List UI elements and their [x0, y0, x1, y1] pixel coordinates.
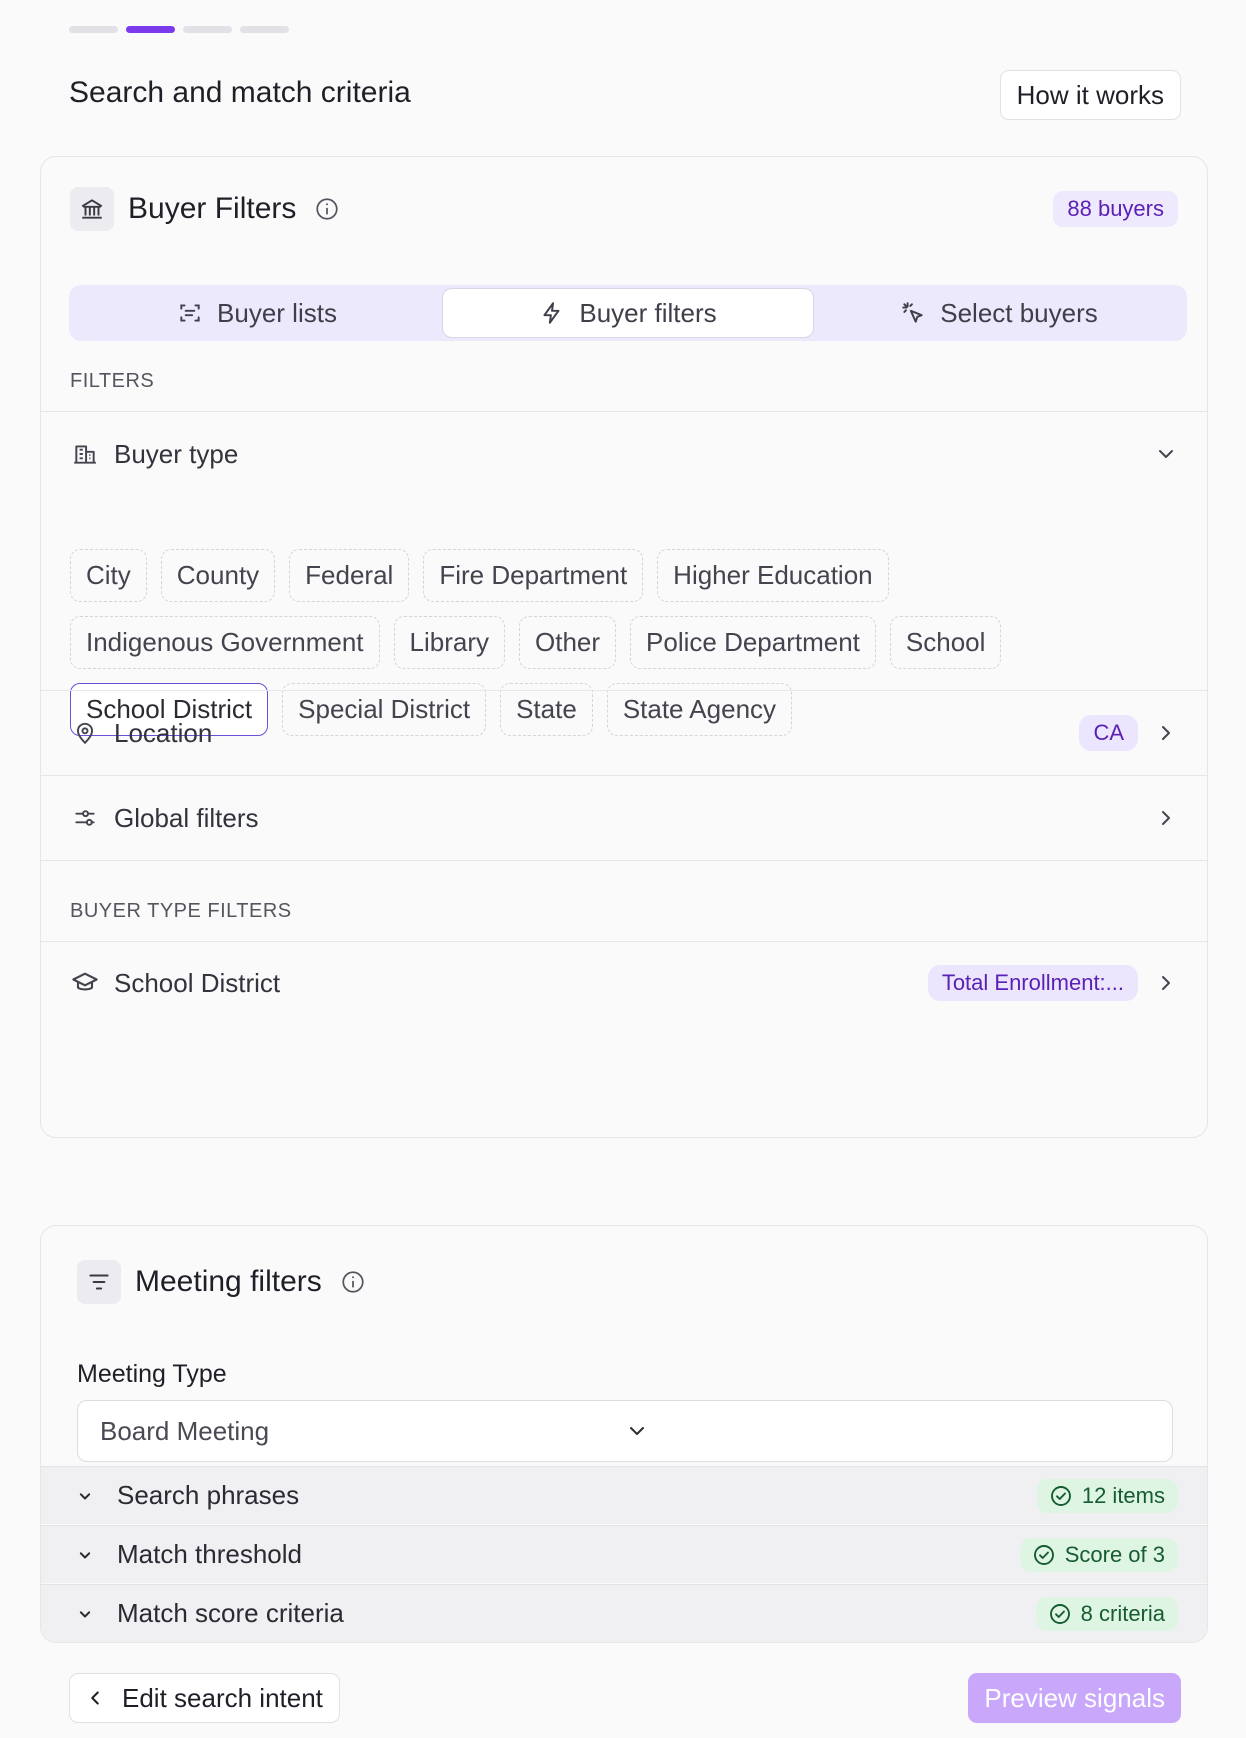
info-icon[interactable]: [340, 1269, 366, 1295]
school-district-row[interactable]: School District Total Enrollment:...: [70, 963, 1178, 1003]
buyer-type-chip[interactable]: County: [160, 549, 276, 602]
meeting-type-label: Meeting Type: [77, 1360, 227, 1388]
buyer-type-chip[interactable]: Federal: [289, 549, 410, 602]
chevron-down-icon: [75, 1486, 95, 1506]
buyer-type-chip[interactable]: Library: [393, 616, 505, 669]
progress-steps: [69, 26, 289, 33]
search-phrases-badge-text: 12 items: [1081, 1482, 1165, 1508]
match-threshold-section[interactable]: Match threshold Score of 3: [41, 1525, 1207, 1583]
divider: [41, 775, 1207, 776]
edit-search-intent-button[interactable]: Edit search intent: [69, 1673, 340, 1723]
meeting-filters-card: Meeting filters Meeting Type Board Meeti…: [40, 1225, 1208, 1643]
buyer-mode-tabs: Buyer lists Buyer filters Select buyers: [69, 285, 1187, 341]
buyer-type-row[interactable]: Buyer type: [70, 434, 1178, 474]
match-score-criteria-badge-text: 8 criteria: [1080, 1600, 1165, 1626]
progress-step-3: [183, 26, 232, 33]
buyer-type-filters-section-label: BUYER TYPE FILTERS: [70, 900, 292, 922]
tab-buyer-filters[interactable]: Buyer filters: [442, 288, 814, 338]
buyer-count-badge: 88 buyers: [1053, 191, 1178, 227]
location-row[interactable]: Location CA: [70, 713, 1178, 753]
chevron-down-icon: [75, 1604, 95, 1624]
tab-buyer-lists-label: Buyer lists: [217, 297, 337, 328]
tab-select-buyers-label: Select buyers: [940, 297, 1098, 328]
match-score-criteria-section[interactable]: Match score criteria 8 criteria: [41, 1584, 1207, 1642]
meeting-type-value: Board Meeting: [100, 1415, 270, 1446]
location-value-tag: CA: [1079, 715, 1138, 751]
buyer-type-chip[interactable]: Police Department: [630, 616, 876, 669]
meeting-filters-title: Meeting filters: [135, 1265, 322, 1298]
chevron-down-icon: [75, 1545, 95, 1565]
buyer-type-chips: City County Federal Fire Department Higher E…: [70, 549, 1180, 736]
chevron-right-icon[interactable]: [1154, 721, 1178, 745]
preview-signals-button[interactable]: Preview signals: [968, 1673, 1181, 1723]
search-phrases-section[interactable]: Search phrases 12 items: [41, 1466, 1207, 1524]
match-score-criteria-status-badge: 8 criteria: [1035, 1596, 1178, 1631]
school-district-label: School District: [114, 967, 281, 998]
check-circle-icon: [1049, 1484, 1073, 1508]
check-circle-icon: [1032, 1543, 1056, 1567]
filters-section-label: FILTERS: [70, 370, 155, 392]
map-pin-icon: [70, 718, 100, 748]
how-it-works-button[interactable]: How it works: [999, 70, 1181, 120]
tab-buyer-filters-label: Buyer filters: [579, 297, 717, 328]
info-icon[interactable]: [314, 196, 340, 222]
meeting-filters-header: Meeting filters: [77, 1260, 366, 1304]
buyer-type-chip[interactable]: School: [889, 616, 1002, 669]
buyer-type-chip[interactable]: Other: [519, 616, 617, 669]
progress-step-2: [126, 26, 175, 33]
global-filters-label: Global filters: [114, 802, 259, 833]
buyer-filters-title: Buyer Filters: [128, 192, 297, 225]
lightning-icon: [539, 300, 565, 326]
tab-select-buyers[interactable]: Select buyers: [814, 288, 1184, 338]
meeting-type-select[interactable]: Board Meeting: [77, 1400, 1173, 1462]
global-filters-row[interactable]: Global filters: [70, 798, 1178, 838]
divider: [41, 860, 1207, 861]
buyer-type-chip[interactable]: Higher Education: [657, 549, 889, 602]
location-label: Location: [114, 717, 213, 748]
building-icon: [70, 439, 100, 469]
sliders-icon: [70, 803, 100, 833]
buyer-type-chip[interactable]: Indigenous Government: [70, 616, 380, 669]
divider: [41, 411, 1207, 412]
page-title: Search and match criteria: [69, 76, 411, 109]
buyer-type-chip[interactable]: City: [70, 549, 147, 602]
list-scan-icon: [177, 300, 203, 326]
match-threshold-label: Match threshold: [117, 1539, 302, 1569]
edit-search-intent-label: Edit search intent: [122, 1682, 323, 1713]
divider: [41, 690, 1207, 691]
buyer-type-chip[interactable]: Fire Department: [423, 549, 644, 602]
chevron-down-icon[interactable]: [1154, 442, 1178, 466]
filter-lines-icon: [77, 1260, 121, 1304]
search-phrases-label: Search phrases: [117, 1480, 300, 1510]
match-threshold-status-badge: Score of 3: [1019, 1537, 1178, 1572]
check-circle-icon: [1048, 1602, 1072, 1626]
chevron-left-icon: [84, 1687, 106, 1709]
tab-buyer-lists[interactable]: Buyer lists: [72, 288, 442, 338]
chevron-down-icon: [625, 1419, 1150, 1443]
bank-icon: [70, 187, 114, 231]
chevron-right-icon[interactable]: [1154, 806, 1178, 830]
progress-step-4: [240, 26, 289, 33]
match-score-criteria-label: Match score criteria: [117, 1598, 344, 1628]
divider: [41, 941, 1207, 942]
graduation-cap-icon: [70, 968, 100, 998]
buyer-filters-header: Buyer Filters: [70, 187, 340, 231]
school-district-value-tag: Total Enrollment:...: [927, 965, 1138, 1001]
match-threshold-badge-text: Score of 3: [1064, 1541, 1165, 1567]
buyer-filters-card: Buyer Filters 88 buyers Buyer lists Buye…: [40, 156, 1208, 1138]
chevron-right-icon[interactable]: [1154, 971, 1178, 995]
search-phrases-status-badge: 12 items: [1036, 1478, 1178, 1513]
buyer-type-label: Buyer type: [114, 438, 239, 469]
progress-step-1: [69, 26, 118, 33]
cursor-click-icon: [900, 300, 926, 326]
